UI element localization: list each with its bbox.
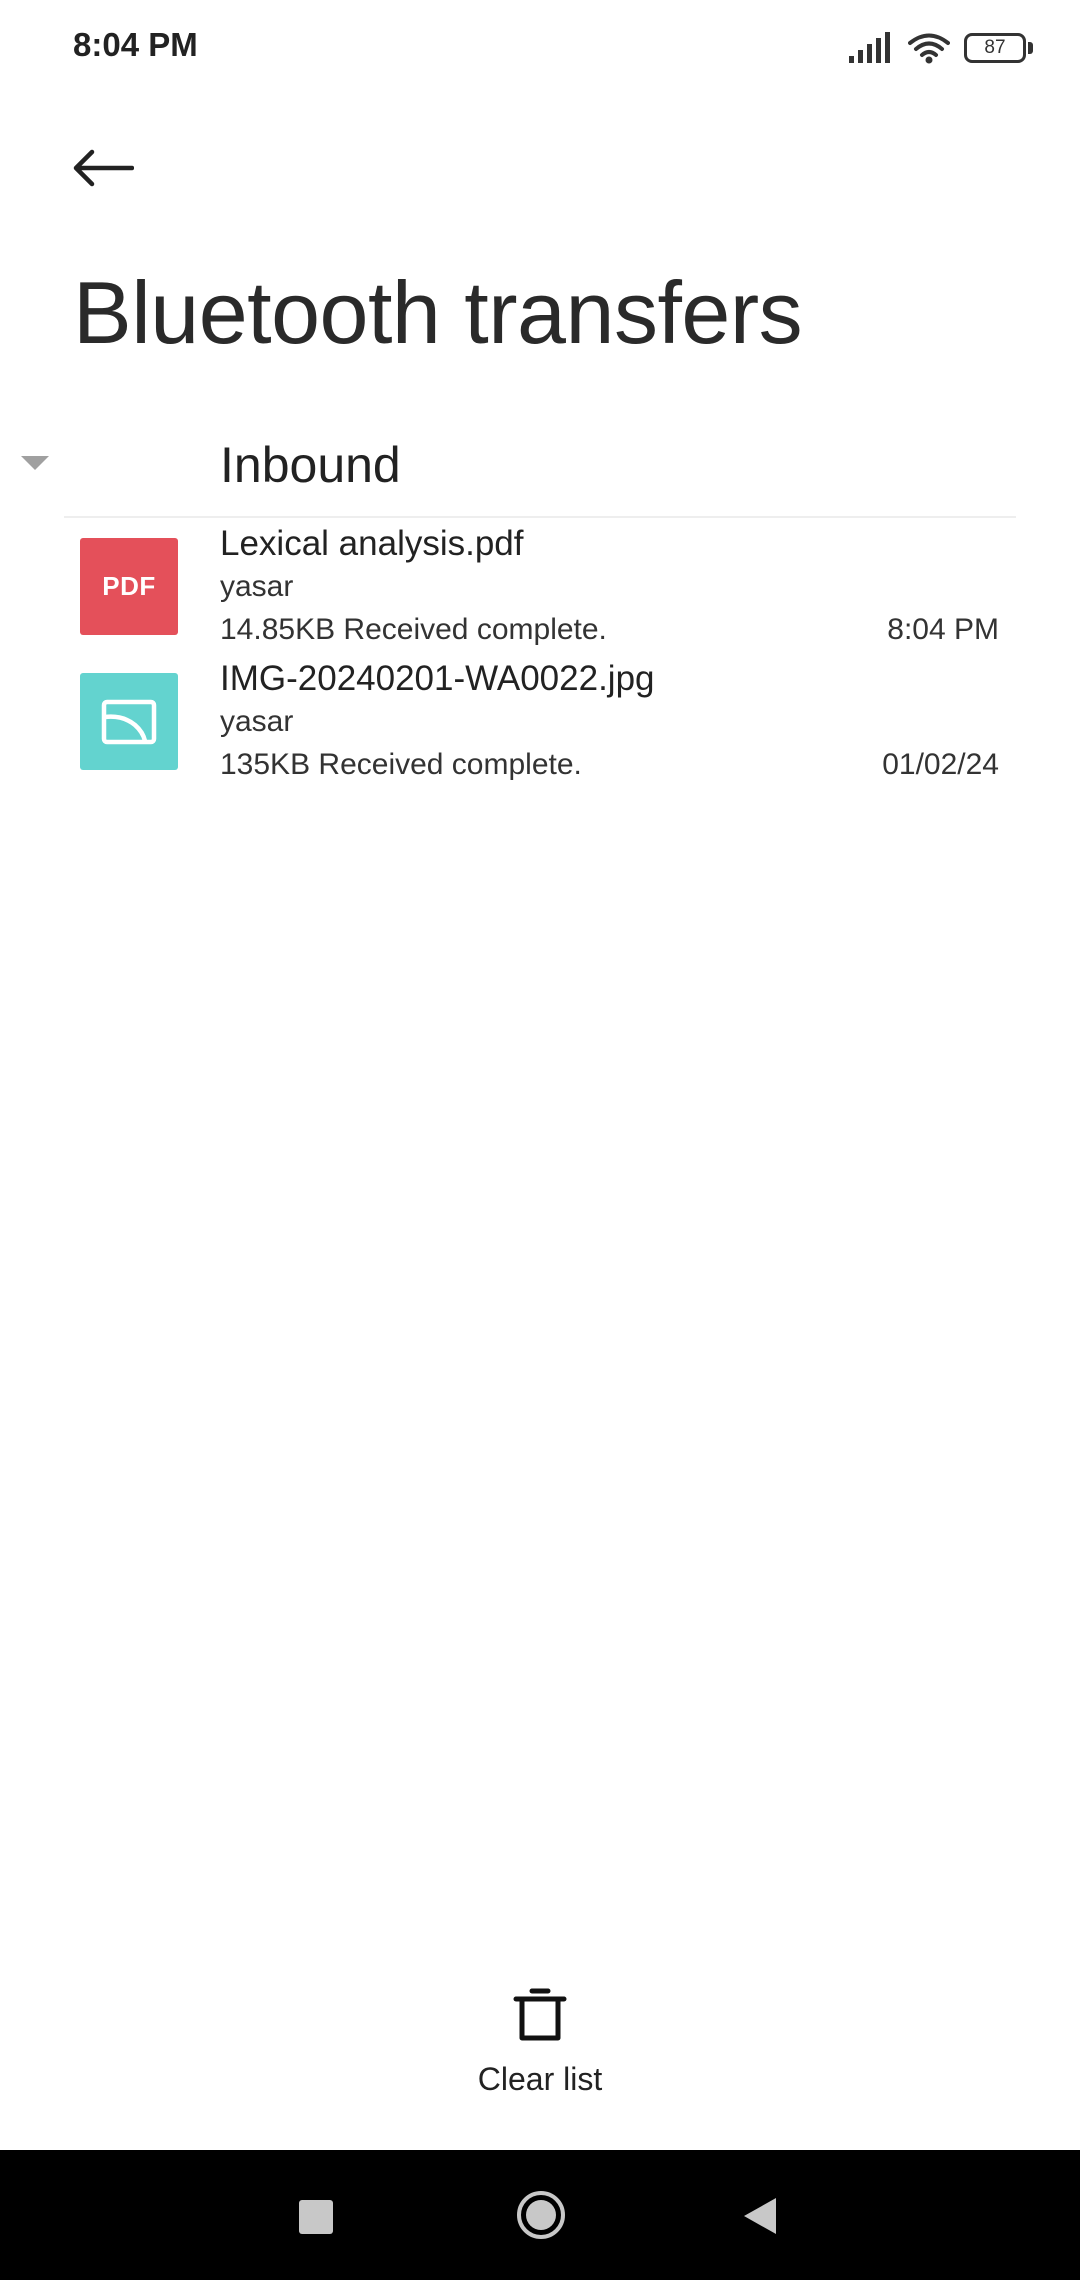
battery-icon: 87 [964, 31, 1034, 65]
clear-list-label: Clear list [477, 2061, 603, 2097]
transfer-item[interactable]: IMG-20240201-WA0022.jpg yasar 135KB Rece… [0, 659, 1080, 797]
divider [64, 516, 1016, 518]
image-icon [101, 699, 157, 744]
trash-icon [513, 1988, 567, 2041]
bluetooth-transfers-screen: 8:04 PM 87 Bluetooth transfers Inbound P… [0, 0, 1080, 2280]
transfer-item[interactable]: PDF Lexical analysis.pdf yasar 14.85KB R… [0, 524, 1080, 662]
recents-square-icon[interactable] [299, 2200, 333, 2234]
clear-list-button[interactable]: Clear list [440, 1985, 640, 2100]
file-name: IMG-20240201-WA0022.jpg [220, 659, 655, 698]
arrow-left-icon [73, 149, 134, 187]
wifi-icon [908, 33, 950, 64]
home-circle-icon[interactable] [516, 2190, 566, 2240]
section-title: Inbound [220, 437, 401, 493]
file-sender: yasar [220, 705, 294, 738]
file-name: Lexical analysis.pdf [220, 524, 524, 563]
status-bar: 8:04 PM 87 [0, 0, 1080, 96]
battery-level: 87 [984, 37, 1006, 58]
status-time: 8:04 PM [73, 26, 198, 63]
navigation-bar [0, 2150, 1080, 2280]
pdf-label: PDF [102, 571, 156, 601]
inbound-section-header[interactable]: Inbound [0, 420, 1080, 520]
file-status: 14.85KB Received complete. [220, 613, 607, 646]
status-icons: 87 [848, 28, 1034, 68]
back-triangle-icon[interactable] [742, 2196, 778, 2236]
image-file-icon [80, 673, 178, 770]
caret-down-icon[interactable] [20, 452, 50, 472]
page-title: Bluetooth transfers [73, 263, 803, 362]
file-sender: yasar [220, 570, 294, 603]
pdf-file-icon: PDF [80, 538, 178, 635]
file-time: 8:04 PM [887, 613, 999, 646]
back-button[interactable] [72, 128, 162, 208]
file-status: 135KB Received complete. [220, 748, 582, 781]
file-time: 01/02/24 [882, 748, 999, 781]
signal-icon [849, 32, 890, 63]
